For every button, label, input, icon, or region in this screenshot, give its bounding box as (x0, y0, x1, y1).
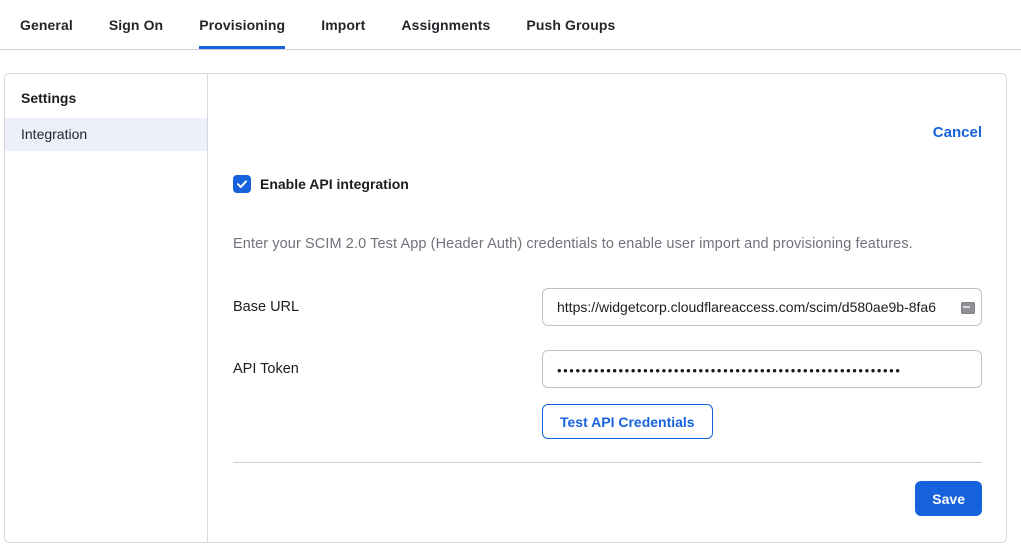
cancel-link[interactable]: Cancel (933, 124, 982, 141)
save-button[interactable]: Save (915, 481, 982, 516)
base-url-value: https://widgetcorp.cloudflareaccess.com/… (557, 299, 959, 315)
integration-panel: Cancel Enable API integration Enter your… (208, 74, 1006, 542)
enable-api-label: Enable API integration (260, 176, 409, 192)
app-tab-bar: General Sign On Provisioning Import Assi… (0, 0, 1021, 50)
base-url-label: Base URL (233, 299, 542, 315)
base-url-input[interactable]: https://widgetcorp.cloudflareaccess.com/… (542, 288, 982, 326)
footer-divider (233, 462, 982, 463)
api-token-label: API Token (233, 361, 542, 377)
credentials-description: Enter your SCIM 2.0 Test App (Header Aut… (233, 236, 982, 252)
tab-push-groups[interactable]: Push Groups (526, 0, 615, 49)
api-token-masked-value: ••••••••••••••••••••••••••••••••••••••••… (557, 363, 901, 378)
settings-sidebar: Settings Integration (5, 74, 208, 542)
sidebar-item-integration[interactable]: Integration (5, 118, 207, 151)
tab-assignments[interactable]: Assignments (401, 0, 490, 49)
test-button-row: Test API Credentials (233, 404, 982, 439)
test-api-credentials-button[interactable]: Test API Credentials (542, 404, 713, 439)
sidebar-header-settings: Settings (5, 84, 207, 118)
panel-header: Cancel (233, 124, 982, 144)
api-token-input[interactable]: ••••••••••••••••••••••••••••••••••••••••… (542, 350, 982, 388)
tab-sign-on[interactable]: Sign On (109, 0, 163, 49)
checkmark-icon (236, 178, 248, 190)
enable-api-row: Enable API integration (233, 175, 982, 193)
api-token-row: API Token ••••••••••••••••••••••••••••••… (233, 350, 982, 388)
base-url-row: Base URL https://widgetcorp.cloudflareac… (233, 288, 982, 326)
tab-general[interactable]: General (20, 0, 73, 49)
tab-import[interactable]: Import (321, 0, 365, 49)
provisioning-settings-page: General Sign On Provisioning Import Assi… (0, 0, 1021, 553)
settings-card: Settings Integration Cancel Enable API i… (4, 73, 1007, 543)
enable-api-checkbox[interactable] (233, 175, 251, 193)
panel-footer: Save (233, 481, 982, 516)
tab-provisioning[interactable]: Provisioning (199, 0, 285, 49)
clipped-text-block (961, 302, 975, 314)
